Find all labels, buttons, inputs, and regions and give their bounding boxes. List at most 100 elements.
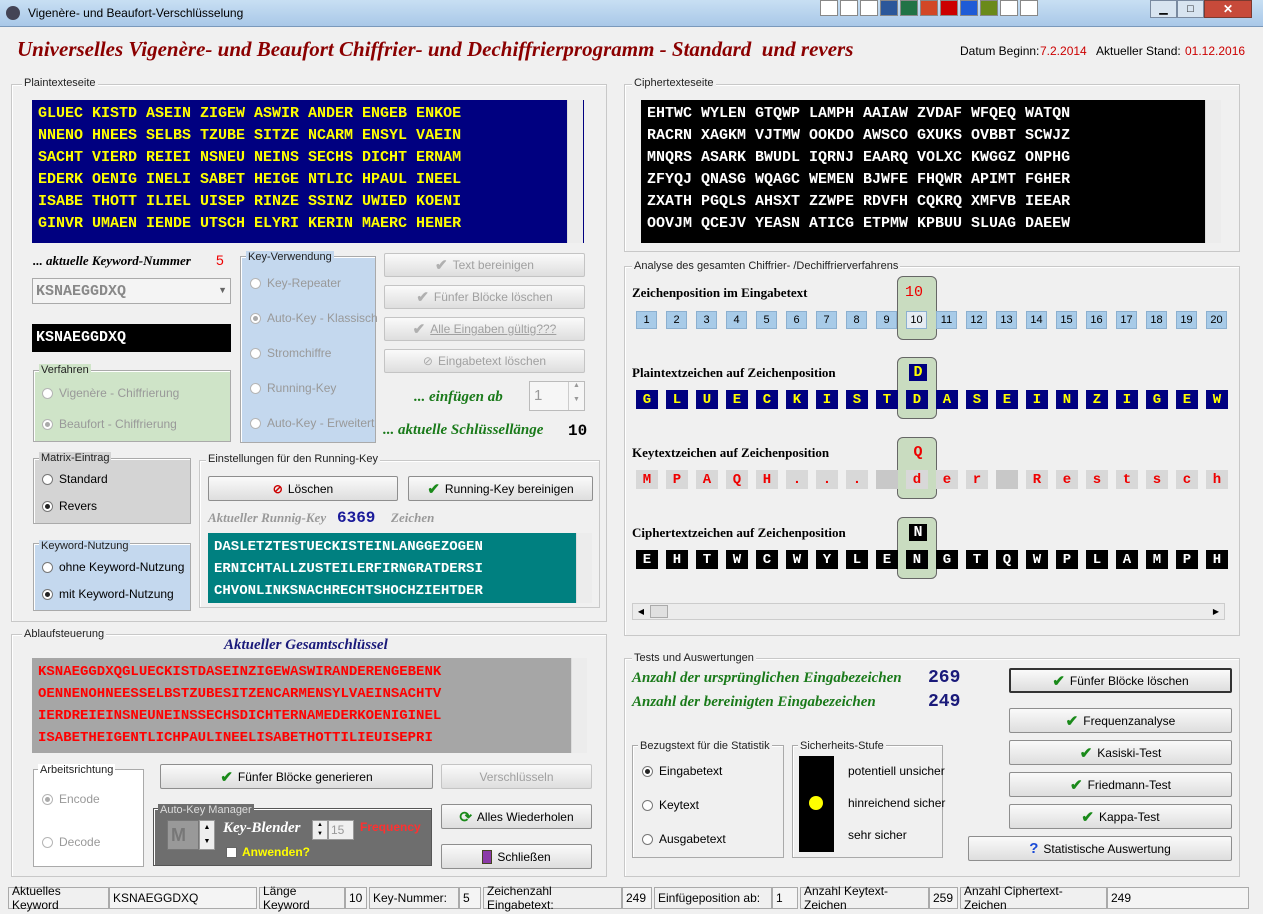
security-dot [809, 796, 823, 810]
spin-down-icon[interactable]: ▼ [568, 396, 584, 410]
excel-icon[interactable] [900, 0, 918, 16]
scroll-left-icon[interactable]: ◀ [633, 604, 649, 619]
loeschen-button[interactable]: ⊘ Löschen [208, 476, 398, 501]
keyword-combo[interactable]: KSNAEGGDXQ ▼ [32, 278, 231, 304]
ciphertext-area[interactable]: EHTWC WYLEN GTQWP LAMPH AAIAW ZVDAF WFQE… [641, 100, 1221, 243]
status-label: Aktueller Stand: [1096, 44, 1181, 58]
schliessen-button[interactable]: Schließen [441, 844, 592, 869]
frequenzanalyse-button[interactable]: ✔ Frequenzanalyse [1009, 708, 1232, 733]
key-repeater-radio[interactable]: Key-Repeater [250, 276, 341, 290]
mit-keyword-radio[interactable]: mit Keyword-Nutzung [42, 587, 174, 601]
status-insert: 1 [772, 887, 798, 909]
security-level-label: hinreichend sicher [848, 796, 946, 810]
ciphertext-scrollbar[interactable] [1205, 100, 1221, 243]
ohne-keyword-radio[interactable]: ohne Keyword-Nutzung [42, 560, 184, 574]
analyse-hscrollbar[interactable]: ◀ ▶ [632, 603, 1225, 620]
text-bereinigen-button[interactable]: ✔ Text bereinigen [384, 253, 585, 277]
position-cell: 9 [876, 311, 897, 329]
radio-icon [42, 500, 53, 512]
chevron-down-icon[interactable]: ▼ [218, 285, 227, 295]
running-key-radio[interactable]: Running-Key [250, 381, 336, 395]
app-icon [6, 6, 20, 20]
gesamtschluessel-area[interactable]: KSNAEGGDXQGLUECKISTDASEINZIGEWASWIRANDER… [32, 658, 587, 753]
cipher-cell: T [966, 550, 988, 569]
doc-icon[interactable] [860, 0, 878, 16]
plaintext-line: GLUEC KISTD ASEIN ZIGEW ASWIR ANDER ENGE… [38, 105, 462, 122]
chart-icon[interactable] [1000, 0, 1018, 16]
einfuegen-spinner[interactable]: 1 ▲ ▼ [529, 381, 585, 411]
plaintext-area[interactable]: GLUEC KISTD ASEIN ZIGEW ASWIR ANDER ENGE… [32, 100, 584, 243]
doc-icon[interactable] [820, 0, 838, 16]
kappa-test-button[interactable]: ✔ Kappa-Test [1009, 804, 1232, 829]
running-key-area[interactable]: DASLETZTESTUECKISTEINLANGGEZOGEN ERNICHT… [208, 533, 592, 603]
ausgabetext-radio[interactable]: Ausgabetext [642, 832, 726, 846]
cipher-cell: N [906, 550, 928, 569]
position-cell: 6 [786, 311, 807, 329]
matrix-revers-radio[interactable]: Revers [42, 499, 97, 513]
scroll-thumb[interactable] [650, 605, 668, 618]
plaintext-scrollbar[interactable] [567, 100, 583, 243]
radio-label: Running-Key [267, 381, 337, 395]
chart-icon[interactable] [1020, 0, 1038, 16]
app-icon[interactable] [980, 0, 998, 16]
sicherheit-legend: Sicherheits-Stufe [798, 740, 886, 752]
plain-cell: I [816, 390, 838, 409]
app-icon[interactable] [960, 0, 978, 16]
keytext-radio[interactable]: Keytext [642, 798, 699, 812]
running-key-bereinigen-button[interactable]: ✔ Running-Key bereinigen [408, 476, 593, 501]
plain-cell: A [936, 390, 958, 409]
verschluesseln-button[interactable]: Verschlüsseln [441, 764, 592, 789]
button-label: Verschlüsseln [479, 769, 554, 784]
key-blender-spin[interactable]: ▲ ▼ [312, 820, 328, 840]
vigenere-radio[interactable]: Vigenère - Chiffrierung [42, 386, 179, 400]
minimize-button[interactable]: ▁ [1150, 0, 1177, 18]
pdf-icon[interactable] [940, 0, 958, 16]
fuenfer-bloecke-loeschen-button-2[interactable]: ✔ Fünfer Blöcke löschen [1009, 668, 1232, 693]
friedmann-test-button[interactable]: ✔ Friedmann-Test [1009, 772, 1232, 797]
autokey-m-field[interactable]: M [167, 820, 199, 850]
anwenden-checkbox[interactable]: Anwenden? [226, 845, 310, 859]
key-blender-value[interactable]: 15 [328, 820, 354, 840]
beaufort-radio[interactable]: Beaufort - Chiffrierung [42, 417, 177, 431]
plain-cell: G [1146, 390, 1168, 409]
verfahren-frame [33, 370, 231, 442]
position-cell: 1 [636, 311, 657, 329]
scroll-right-icon[interactable]: ▶ [1208, 604, 1224, 619]
keyword-number-label: ... aktuelle Keyword-Nummer [33, 253, 191, 268]
gesamtschluessel-scrollbar[interactable] [571, 658, 587, 753]
cipher-cell: W [786, 550, 808, 569]
autokey-klassisch-radio[interactable]: Auto-Key - Klassisch [250, 311, 378, 325]
ppt-icon[interactable] [920, 0, 938, 16]
bezug-legend: Bezugstext für die Statistik [638, 740, 772, 752]
decode-radio[interactable]: Decode [42, 835, 100, 849]
running-key-scrollbar[interactable] [576, 533, 592, 603]
spin-up-icon[interactable]: ▲ [568, 382, 584, 396]
doc-icon[interactable] [840, 0, 858, 16]
close-button[interactable]: ✕ [1204, 0, 1252, 18]
status-count-label: Zeichenzahl Eingabetext: [483, 884, 622, 912]
kasiski-test-button[interactable]: ✔ Kasiski-Test [1009, 740, 1232, 765]
fuenfer-bloecke-generieren-button[interactable]: ✔ Fünfer Blöcke generieren [160, 764, 433, 789]
encode-radio[interactable]: Encode [42, 792, 100, 806]
key-cell: R [1026, 470, 1048, 489]
word-icon[interactable] [880, 0, 898, 16]
autokey-erweitert-radio[interactable]: Auto-Key - Erweitert [250, 416, 374, 430]
autokey-m-spin[interactable]: ▲ ▼ [199, 820, 215, 850]
radio-icon [250, 347, 261, 359]
cipher-cell: T [696, 550, 718, 569]
position-cell: 8 [846, 311, 867, 329]
eingabetext-radio[interactable]: Eingabetext [642, 764, 722, 778]
statistische-auswertung-button[interactable]: ? Statistische Auswertung [968, 836, 1232, 861]
key-cell: s [1086, 470, 1108, 489]
maximize-button[interactable]: □ [1177, 0, 1204, 18]
alle-eingaben-gueltig-button[interactable]: ✔ Alle Eingaben gültig??? [384, 317, 585, 341]
matrix-standard-radio[interactable]: Standard [42, 472, 108, 486]
window-title: Vigenère- und Beaufort-Verschlüsselung [28, 6, 244, 20]
button-label: Alles Wiederholen [476, 809, 574, 824]
fuenfer-bloecke-loeschen-button[interactable]: ✔ Fünfer Blöcke löschen [384, 285, 585, 309]
alles-wiederholen-button[interactable]: ⟳ Alles Wiederholen [441, 804, 592, 829]
matrix-frame [33, 458, 191, 524]
stromchiffre-radio[interactable]: Stromchiffre [250, 346, 331, 360]
eingabetext-loeschen-button[interactable]: ⊘ Eingabetext löschen [384, 349, 585, 373]
plain-current: D [909, 364, 927, 381]
